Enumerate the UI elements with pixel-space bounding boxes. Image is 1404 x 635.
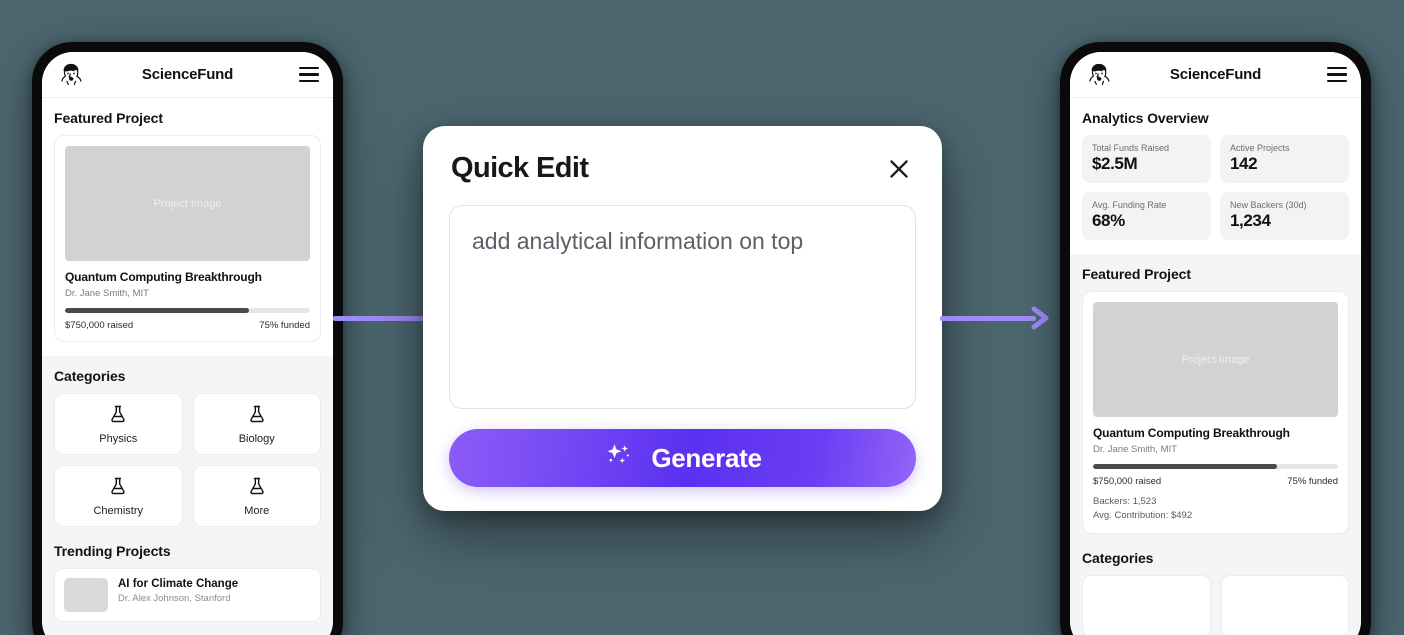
- category-label: More: [244, 504, 270, 517]
- featured-project-section: Featured Project Project Image Quantum C…: [42, 98, 333, 356]
- project-image-label: Project Image: [153, 197, 222, 210]
- categories-section: Categories: [1070, 538, 1361, 635]
- stat-value: 68%: [1092, 211, 1125, 230]
- avatar-face-icon: [1084, 60, 1114, 90]
- stat-card-total-funds-raised: Total Funds Raised $2.5M: [1082, 135, 1211, 183]
- featured-project-section: Featured Project Project Image Quantum C…: [1070, 254, 1361, 538]
- flask-icon: [108, 476, 128, 501]
- stat-label: New Backers (30d): [1230, 200, 1307, 210]
- featured-project-card[interactable]: Project Image Quantum Computing Breakthr…: [54, 135, 321, 342]
- arrow-line: [940, 316, 1036, 321]
- canvas: ScienceFund Featured Project Project Ima…: [0, 0, 1404, 635]
- phone-screen-before: ScienceFund Featured Project Project Ima…: [42, 52, 333, 635]
- project-author: Dr. Jane Smith, MIT: [65, 288, 149, 299]
- funding-progress-bar: [1093, 464, 1338, 469]
- backers-count: Backers: 1,523: [1093, 496, 1157, 507]
- project-title: Quantum Computing Breakthrough: [65, 270, 262, 284]
- generate-button[interactable]: Generate: [449, 429, 916, 487]
- stat-label: Total Funds Raised: [1092, 143, 1170, 153]
- flow-arrow-right: [940, 306, 1052, 330]
- trending-project-author: Dr. Alex Johnson, Stanford: [118, 593, 231, 604]
- arrow-head-icon: [1031, 306, 1049, 330]
- funding-progress-bar: [65, 308, 310, 313]
- project-title: Quantum Computing Breakthrough: [1093, 426, 1290, 440]
- project-image-placeholder: Project Image: [1093, 302, 1338, 417]
- categories-grid: Physics Biology Chemistry More: [54, 393, 321, 527]
- category-label: Physics: [99, 432, 138, 445]
- stat-value: 1,234: [1230, 211, 1271, 230]
- categories-section-title: Categories: [1082, 549, 1154, 566]
- percent-funded: 75% funded: [1287, 476, 1338, 487]
- modal-header: Quick Edit: [449, 152, 916, 185]
- funding-meta: $750,000 raised 75% funded: [65, 320, 310, 331]
- amount-raised: $750,000 raised: [65, 320, 134, 331]
- project-author: Dr. Jane Smith, MIT: [1093, 444, 1177, 455]
- featured-section-title: Featured Project: [1082, 266, 1191, 282]
- featured-extra-stats: Backers: 1,523 Avg. Contribution: $492: [1093, 495, 1338, 523]
- app-body-after: Analytics Overview Total Funds Raised $2…: [1070, 98, 1361, 635]
- stat-label: Active Projects: [1230, 143, 1290, 153]
- funding-progress-fill: [1093, 464, 1277, 469]
- stat-card-new-backers: New Backers (30d) 1,234: [1220, 192, 1349, 240]
- flow-arrow-left: [333, 306, 425, 330]
- quick-edit-modal: Quick Edit Generate: [423, 126, 942, 511]
- flask-icon: [247, 476, 267, 501]
- featured-project-card[interactable]: Project Image Quantum Computing Breakthr…: [1082, 291, 1349, 534]
- sparkle-icon: [603, 440, 633, 477]
- featured-section-title: Featured Project: [54, 110, 163, 126]
- category-card-biology[interactable]: Biology: [192, 393, 321, 455]
- trending-projects-section: Trending Projects AI for Climate Change …: [42, 531, 333, 626]
- category-card-biology[interactable]: [1220, 574, 1349, 635]
- modal-title: Quick Edit: [451, 152, 589, 184]
- hamburger-menu-icon[interactable]: [299, 67, 319, 82]
- categories-grid: [1082, 574, 1349, 635]
- category-card-physics[interactable]: Physics: [54, 393, 183, 455]
- analytics-overview-section: Analytics Overview Total Funds Raised $2…: [1070, 98, 1361, 254]
- app-body-before: Featured Project Project Image Quantum C…: [42, 98, 333, 635]
- arrow-line: [333, 316, 425, 321]
- stat-card-avg-funding-rate: Avg. Funding Rate 68%: [1082, 192, 1211, 240]
- category-card-more[interactable]: More: [192, 465, 321, 527]
- generate-button-label: Generate: [651, 442, 762, 473]
- avg-contribution: Avg. Contribution: $492: [1093, 509, 1193, 521]
- category-label: Biology: [238, 432, 275, 445]
- close-x-icon[interactable]: [884, 154, 914, 184]
- hamburger-menu-icon[interactable]: [1327, 67, 1347, 82]
- categories-section-title: Categories: [54, 368, 126, 384]
- percent-funded: 75% funded: [259, 320, 310, 331]
- project-image-label: Project Image: [1181, 353, 1250, 366]
- stat-value: 142: [1230, 154, 1258, 173]
- flask-icon: [247, 404, 267, 429]
- stat-card-active-projects: Active Projects 142: [1220, 135, 1349, 183]
- category-card-physics[interactable]: [1082, 574, 1211, 635]
- trending-project-title: AI for Climate Change: [118, 578, 239, 590]
- funding-progress-fill: [65, 308, 249, 313]
- avatar-face-icon: [56, 60, 86, 90]
- funding-meta: $750,000 raised 75% funded: [1093, 476, 1338, 487]
- list-item[interactable]: AI for Climate Change Dr. Alex Johnson, …: [54, 568, 321, 622]
- trending-thumbnail: [64, 578, 108, 612]
- stat-value: $2.5M: [1092, 154, 1138, 173]
- app-header: ScienceFund: [42, 52, 333, 98]
- amount-raised: $750,000 raised: [1093, 476, 1162, 487]
- analytics-stats-grid: Total Funds Raised $2.5M Active Projects…: [1082, 135, 1349, 240]
- analytics-section-title: Analytics Overview: [1082, 110, 1209, 126]
- flask-icon: [108, 404, 128, 429]
- phone-screen-after: ScienceFund Analytics Overview Total Fun…: [1070, 52, 1361, 635]
- app-header: ScienceFund: [1070, 52, 1361, 98]
- project-image-placeholder: Project Image: [65, 146, 310, 261]
- phone-mockup-after: ScienceFund Analytics Overview Total Fun…: [1060, 42, 1371, 635]
- quick-edit-textarea[interactable]: [449, 205, 916, 409]
- category-card-chemistry[interactable]: Chemistry: [54, 465, 183, 527]
- categories-section: Categories Physics Biology Chemistry Mor…: [42, 356, 333, 531]
- stat-label: Avg. Funding Rate: [1092, 200, 1167, 210]
- category-label: Chemistry: [93, 504, 143, 517]
- trending-section-title: Trending Projects: [54, 543, 171, 559]
- phone-mockup-before: ScienceFund Featured Project Project Ima…: [32, 42, 343, 635]
